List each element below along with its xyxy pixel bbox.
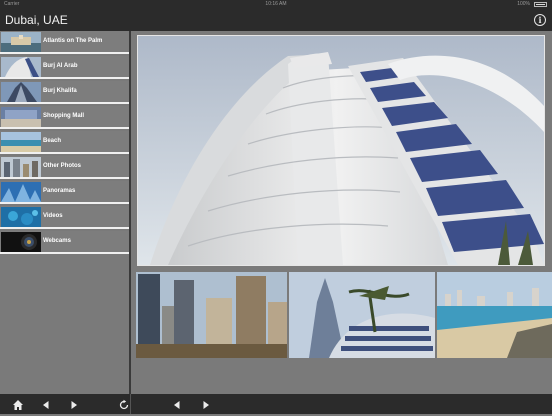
burj-al-arab-photo xyxy=(138,36,544,265)
sidebar-item-atlantis[interactable]: Atlantis on The Palm xyxy=(0,31,129,54)
previous-arrow-icon[interactable] xyxy=(40,398,52,410)
info-icon[interactable]: i xyxy=(534,14,546,26)
sidebar-item-label: Burj Khalifa xyxy=(43,88,77,94)
sidebar-item-other-photos[interactable]: Other Photos xyxy=(0,156,129,179)
home-icon[interactable] xyxy=(12,398,24,410)
next-arrow-icon[interactable] xyxy=(68,398,80,410)
next-arrow-icon[interactable] xyxy=(200,398,212,410)
sidebar-item-burj-al-arab[interactable]: Burj Al Arab xyxy=(0,56,129,79)
battery-icon xyxy=(534,2,547,7)
status-bar: Carrier 10:16 AM 100% xyxy=(0,0,552,9)
photo-thumbnail-strip xyxy=(136,272,552,358)
other-photos-thumbnail xyxy=(1,157,41,177)
sidebar-item-label: Webcams xyxy=(43,238,71,244)
page-title: Dubai, UAE xyxy=(5,13,68,27)
sidebar-item-label: Videos xyxy=(43,213,63,219)
sidebar-item-label: Shopping Mall xyxy=(43,113,84,119)
sidebar-item-label: Panoramas xyxy=(43,188,76,194)
main-content xyxy=(131,31,552,394)
burj-al-arab-thumbnail xyxy=(1,57,41,77)
sidebar-item-label: Beach xyxy=(43,138,62,144)
sidebar-item-label: Atlantis on The Palm xyxy=(43,38,103,44)
sidebar-item-beach[interactable]: Beach xyxy=(0,131,129,154)
hero-photo[interactable] xyxy=(137,35,545,266)
sidebar-item-shopping-mall[interactable]: Shopping Mall xyxy=(0,106,129,129)
navigation-bar: Dubai, UAE i xyxy=(0,9,552,31)
sidebar-item-label: Burj Al Arab xyxy=(43,63,78,69)
beach-thumbnail xyxy=(1,132,41,152)
burj-khalifa-thumbnail xyxy=(1,82,41,102)
sidebar-item-videos[interactable]: Videos xyxy=(0,206,129,229)
previous-arrow-icon[interactable] xyxy=(171,398,183,410)
battery-percent: 100% xyxy=(517,1,530,7)
sidebar-item-burj-khalifa[interactable]: Burj Khalifa xyxy=(0,81,129,104)
photo-thumbnail[interactable] xyxy=(136,272,287,358)
sidebar-item-panoramas[interactable]: Panoramas xyxy=(0,181,129,204)
sidebar-item-label: Other Photos xyxy=(43,163,82,169)
webcams-thumbnail xyxy=(1,232,41,252)
toolbar-separator xyxy=(130,394,131,414)
sidebar: Atlantis on The Palm Burj Al Arab Burj K… xyxy=(0,31,131,394)
clock: 10:16 AM xyxy=(265,1,287,7)
photo-thumbnail[interactable] xyxy=(437,272,552,358)
sidebar-item-webcams[interactable]: Webcams xyxy=(0,231,129,254)
shopping-mall-thumbnail xyxy=(1,107,41,127)
panoramas-thumbnail xyxy=(1,182,41,202)
bottom-toolbar xyxy=(0,394,552,414)
photo-thumbnail[interactable] xyxy=(289,272,435,358)
videos-thumbnail xyxy=(1,207,41,227)
refresh-icon[interactable] xyxy=(118,398,130,410)
atlantis-thumbnail xyxy=(1,32,41,52)
